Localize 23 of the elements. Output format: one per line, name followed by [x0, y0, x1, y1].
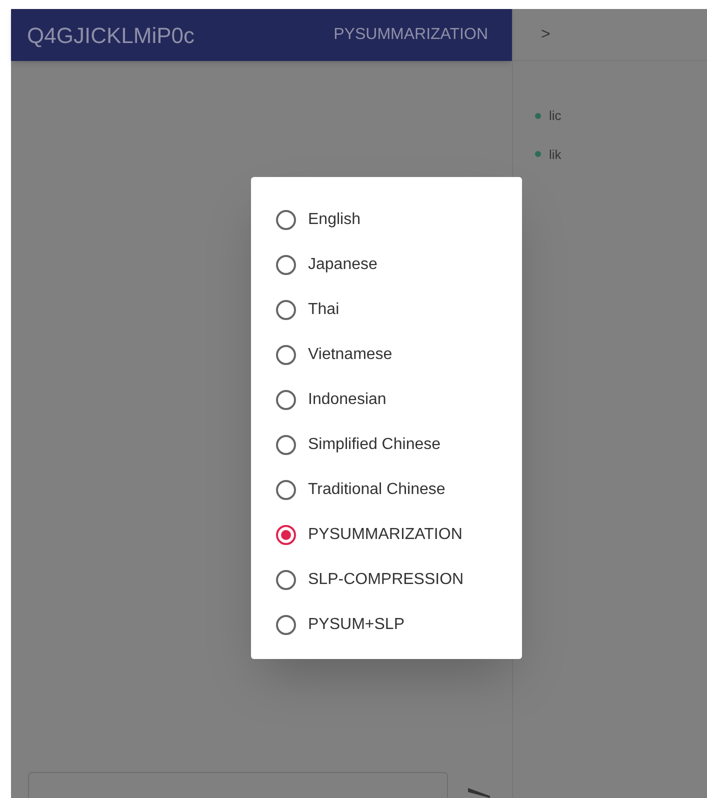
- language-option[interactable]: Traditional Chinese: [276, 467, 522, 512]
- language-option[interactable]: English: [276, 197, 522, 242]
- language-option[interactable]: PYSUM+SLP: [276, 602, 522, 647]
- language-option[interactable]: Vietnamese: [276, 332, 522, 377]
- radio-icon: [276, 614, 296, 634]
- language-option[interactable]: Thai: [276, 287, 522, 332]
- radio-icon: [276, 570, 296, 590]
- mode-label: PYSUMMARIZATION: [334, 25, 488, 45]
- language-option[interactable]: Japanese: [276, 242, 522, 287]
- radio-icon: [276, 434, 296, 454]
- language-option[interactable]: Indonesian: [276, 377, 522, 422]
- radio-icon: [276, 480, 296, 500]
- language-option[interactable]: PYSUMMARIZATION: [276, 512, 522, 557]
- radio-icon: [276, 390, 296, 410]
- language-option[interactable]: SLP-COMPRESSION: [276, 557, 522, 602]
- send-icon[interactable]: [466, 788, 490, 798]
- radio-icon: [276, 254, 296, 274]
- radio-icon: [276, 344, 296, 364]
- radio-icon: [276, 210, 296, 230]
- language-option[interactable]: Simplified Chinese: [276, 422, 522, 467]
- conversation-title: Q4GJICKLMiP0c: [27, 22, 194, 50]
- radio-icon: [276, 300, 296, 320]
- radio-checked-icon: [276, 524, 296, 544]
